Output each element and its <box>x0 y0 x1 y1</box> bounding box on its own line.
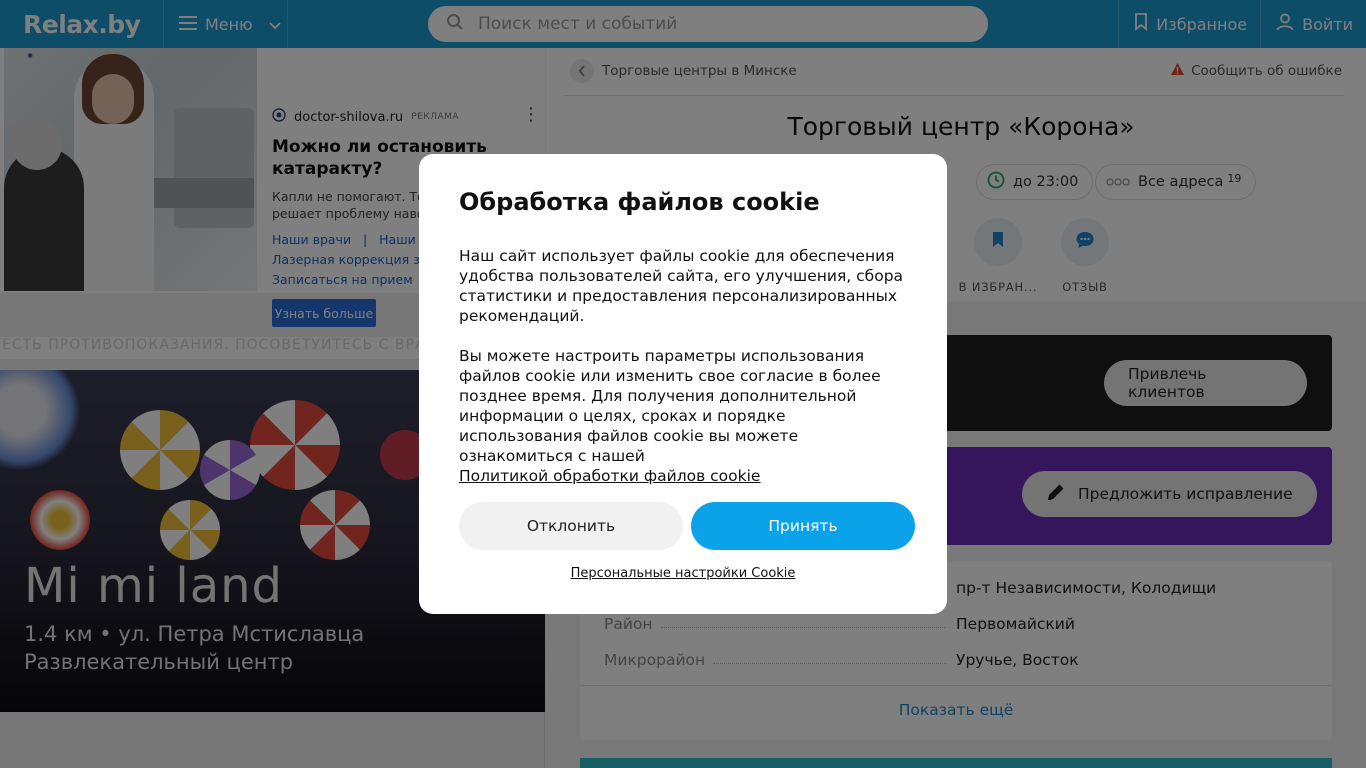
cookie-policy-link[interactable]: Политикой обработки файлов cookie <box>459 467 760 485</box>
decline-button[interactable]: Отклонить <box>459 502 683 550</box>
personal-cookie-settings-link[interactable]: Персональные настройки Cookie <box>419 566 947 581</box>
cookie-paragraph-1: Наш сайт использует файлы cookie для обе… <box>459 247 904 325</box>
cookie-modal-title: Обработка файлов cookie <box>459 188 820 216</box>
cookie-paragraph-2: Вы можете настроить параметры использова… <box>459 346 911 486</box>
cookie-modal: Обработка файлов cookie Наш сайт использ… <box>419 154 947 614</box>
cookie-paragraph-2-text: Вы можете настроить параметры использова… <box>459 347 881 465</box>
accept-button[interactable]: Принять <box>691 502 915 550</box>
cookie-modal-text: Наш сайт использует файлы cookie для обе… <box>459 246 911 486</box>
